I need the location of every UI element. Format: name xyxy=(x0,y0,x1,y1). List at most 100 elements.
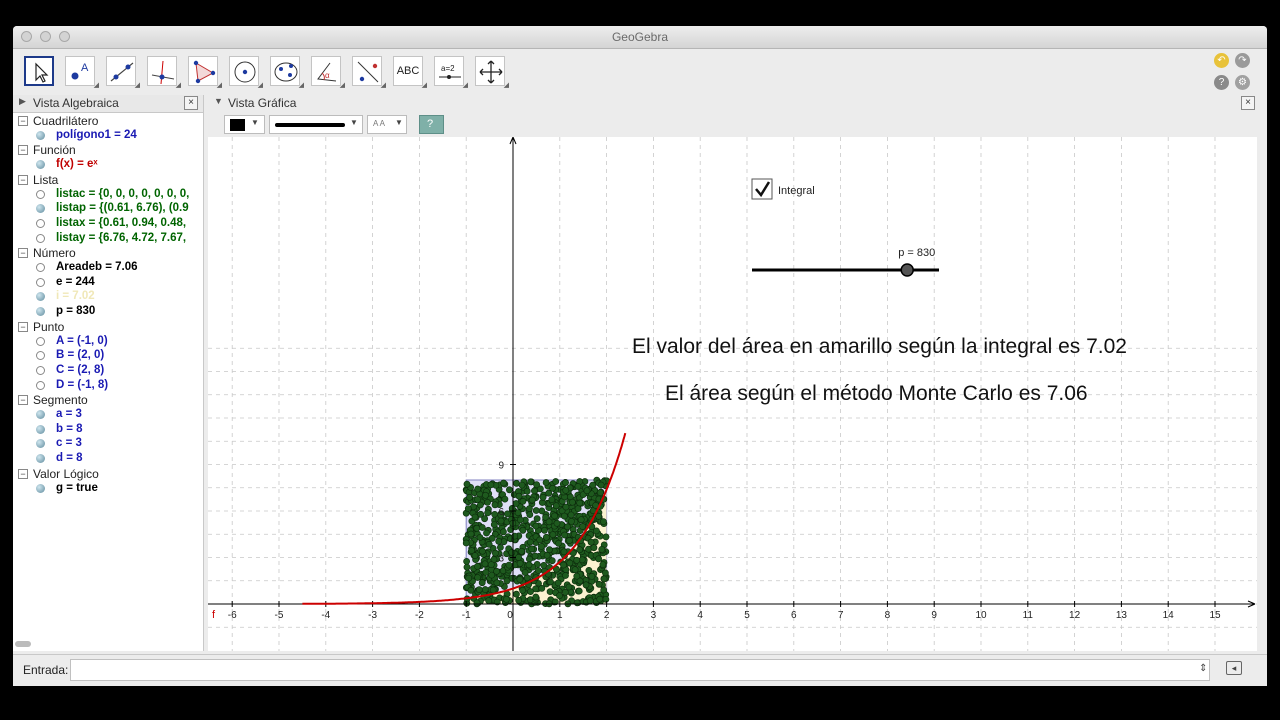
algebra-category[interactable]: − Valor Lógico xyxy=(18,467,99,481)
x-tick-label: -1 xyxy=(462,610,471,621)
random-point xyxy=(548,496,556,503)
style-extra-button[interactable]: ? xyxy=(419,115,444,134)
random-point xyxy=(534,567,542,574)
collapse-toggle-icon[interactable]: − xyxy=(18,395,28,406)
visibility-toggle-icon[interactable] xyxy=(36,454,45,464)
algebra-category[interactable]: − Número xyxy=(18,246,76,260)
random-point xyxy=(496,543,504,551)
visibility-toggle-icon[interactable] xyxy=(36,130,45,140)
input-history-arrows-icon[interactable]: ⇕ xyxy=(1199,663,1207,674)
dropdown-arrow-icon: ▼ xyxy=(395,118,403,127)
random-point xyxy=(485,597,493,605)
close-graphics-view-button[interactable]: × xyxy=(1241,96,1255,110)
object-definition: a = 3 xyxy=(56,408,82,420)
polygon-icon xyxy=(193,60,216,84)
random-point xyxy=(567,511,575,519)
undo-icon[interactable]: ↶ xyxy=(1214,53,1229,68)
random-point xyxy=(562,486,570,494)
random-point xyxy=(579,523,586,530)
category-label: Cuadrilátero xyxy=(33,114,99,128)
visibility-toggle-icon[interactable] xyxy=(36,292,45,302)
color-picker-button[interactable]: ▼ xyxy=(224,115,265,134)
collapse-toggle-icon[interactable]: − xyxy=(18,468,28,479)
collapse-toggle-icon[interactable]: − xyxy=(18,248,28,259)
redo-icon[interactable]: ↷ xyxy=(1235,53,1250,68)
algebra-category[interactable]: − Punto xyxy=(18,320,64,334)
visibility-toggle-icon[interactable] xyxy=(36,160,45,170)
algebra-category[interactable]: − Cuadrilátero xyxy=(18,114,99,128)
slider-tool-button[interactable]: a=2 ◢ xyxy=(434,56,468,89)
move-graphics-tool-button[interactable]: ◢ xyxy=(475,56,509,89)
point-tool-button[interactable]: A ◢ xyxy=(65,56,99,89)
close-algebra-view-button[interactable]: × xyxy=(184,96,198,110)
visibility-toggle-icon[interactable] xyxy=(36,277,45,287)
conic-tool-button[interactable]: ◢ xyxy=(270,56,304,89)
angle-tool-button[interactable]: α ◢ xyxy=(311,56,345,89)
random-point xyxy=(548,557,556,565)
line-tool-button[interactable]: ◢ xyxy=(106,56,140,89)
horizontal-scrollbar[interactable] xyxy=(15,641,31,647)
circle-icon xyxy=(234,61,256,83)
collapse-toggle-icon[interactable]: − xyxy=(18,116,28,126)
text-tool-button[interactable]: ABC ◢ xyxy=(393,56,427,89)
collapse-arrow-icon[interactable]: ▼ xyxy=(214,96,223,106)
input-label: Entrada: xyxy=(23,663,69,677)
algebra-category[interactable]: − Segmento xyxy=(18,393,88,407)
collapse-toggle-icon[interactable]: − xyxy=(18,174,28,185)
visibility-toggle-icon[interactable] xyxy=(36,351,45,361)
visibility-toggle-icon[interactable] xyxy=(36,204,45,214)
visibility-toggle-icon[interactable] xyxy=(36,380,45,390)
visibility-toggle-icon[interactable] xyxy=(36,263,45,272)
visibility-toggle-icon[interactable] xyxy=(36,189,45,199)
random-point xyxy=(478,524,486,531)
visibility-toggle-icon[interactable] xyxy=(36,365,45,375)
algebra-category[interactable]: − Función xyxy=(18,143,76,157)
style-bar: ▼ ▼ A A ▼ ? xyxy=(220,114,1257,136)
perpendicular-tool-button[interactable]: ◢ xyxy=(147,56,181,89)
object-definition: polígono1 = 24 xyxy=(56,128,137,141)
random-point xyxy=(599,518,607,525)
random-point xyxy=(483,529,490,537)
graphics-svg[interactable]: -6 -5 -4 -3 -2 -1 0 1 2 3 4 5 6 7 8 9 10 11 12 13 14 15369fIn… xyxy=(184,136,1263,651)
x-tick-label: 11 xyxy=(1023,610,1034,621)
visibility-toggle-icon[interactable] xyxy=(36,336,45,346)
move-tool-button[interactable] xyxy=(24,56,54,86)
visibility-toggle-icon[interactable] xyxy=(36,410,45,419)
random-point xyxy=(526,511,534,518)
visibility-toggle-icon[interactable] xyxy=(36,307,45,317)
collapse-toggle-icon[interactable]: − xyxy=(18,321,28,332)
reflect-tool-button[interactable]: ◢ xyxy=(352,56,386,89)
random-point xyxy=(531,552,539,560)
random-point xyxy=(525,555,533,563)
algebra-object-tree: − Cuadrilátero polígono1 = 24− Función f(x) … xyxy=(13,114,203,634)
move-arrows-icon xyxy=(479,60,503,84)
polygon-tool-button[interactable]: ◢ xyxy=(188,56,222,89)
visibility-toggle-icon[interactable] xyxy=(36,483,45,493)
x-tick-label: 3 xyxy=(651,610,657,621)
visibility-toggle-icon[interactable] xyxy=(36,233,45,243)
circle-tool-button[interactable]: ◢ xyxy=(229,56,263,89)
slider-knob[interactable] xyxy=(900,263,914,277)
help-icon[interactable]: ? xyxy=(1214,75,1229,90)
collapse-toggle-icon[interactable]: − xyxy=(18,145,28,156)
visibility-toggle-icon[interactable] xyxy=(36,439,45,449)
random-point xyxy=(515,596,523,604)
visibility-toggle-icon[interactable] xyxy=(36,218,45,228)
random-point xyxy=(583,487,591,495)
keyboard-toggle-icon[interactable]: ◂ xyxy=(1226,661,1242,675)
input-field[interactable] xyxy=(70,659,1210,681)
algebra-category[interactable]: − Lista xyxy=(18,173,58,187)
line-style-button[interactable]: ▼ xyxy=(269,115,363,134)
x-tick-label: 14 xyxy=(1163,610,1175,621)
object-definition: listap = {(0.61, 6.76), (0.9 xyxy=(56,202,189,215)
random-point xyxy=(518,547,525,555)
random-point xyxy=(587,538,595,546)
label-style-button[interactable]: A A ▼ xyxy=(367,115,407,134)
visibility-toggle-icon[interactable] xyxy=(36,424,45,434)
collapse-arrow-icon[interactable]: ▶ xyxy=(19,96,26,107)
graphics-canvas[interactable]: -6 -5 -4 -3 -2 -1 0 1 2 3 4 5 6 7 8 9 10 11 12 13 14 15 3 6 9 f In… xyxy=(184,136,1263,651)
random-point xyxy=(516,575,524,583)
random-point xyxy=(539,493,547,501)
random-point xyxy=(555,539,562,547)
settings-gear-icon[interactable]: ⚙ xyxy=(1235,75,1250,90)
